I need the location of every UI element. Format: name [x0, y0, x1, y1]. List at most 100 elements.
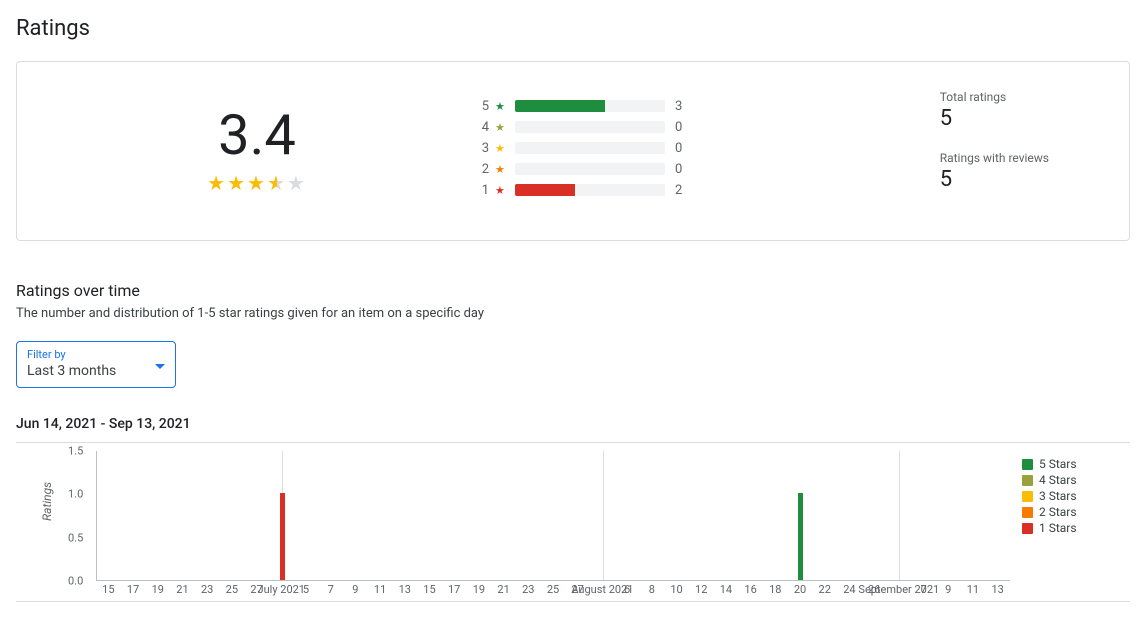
legend-item[interactable]: 3 Stars	[1022, 489, 1130, 503]
dist-bar-track	[515, 142, 665, 154]
legend-label: 5 Stars	[1039, 457, 1077, 471]
chart-x-tick: 18	[769, 583, 781, 596]
legend-label: 4 Stars	[1039, 473, 1077, 487]
chart-x-tick: 25	[547, 583, 559, 596]
star-empty-icon: ★	[287, 171, 307, 195]
chart-x-tick: 22	[819, 583, 831, 596]
chart-x-tick: 12	[695, 583, 707, 596]
distribution-row-4: 4 ★ 0	[477, 120, 737, 135]
dist-bar-track	[515, 184, 665, 196]
chart-month-separator	[603, 451, 604, 580]
distribution-row-3: 3★0	[477, 141, 737, 156]
ratings-with-reviews-label: Ratings with reviews	[940, 151, 1049, 165]
ratings-summary-card: 3.4 ★★★★★ 5★34★03★02★01★2 Total ratings …	[16, 61, 1130, 241]
star-half-icon: ★	[267, 171, 287, 195]
distribution-row-2: 2 ★ 0	[477, 162, 737, 177]
dist-bar-track	[515, 100, 665, 112]
chart-x-tick: 15	[423, 583, 435, 596]
legend-item[interactable]: 1 Stars	[1022, 521, 1130, 535]
chart-x-tick: 6	[624, 583, 630, 596]
average-star-row: ★★★★★	[37, 171, 477, 195]
legend-swatch-icon	[1022, 475, 1033, 486]
chart-x-tick: 10	[670, 583, 682, 596]
dist-count: 0	[675, 141, 682, 156]
totals-block: Total ratings 5 Ratings with reviews 5	[940, 90, 1109, 212]
chart-y-tick: 1.5	[68, 445, 83, 458]
page-title: Ratings	[16, 16, 1130, 41]
dist-count: 0	[675, 120, 682, 135]
star-full-icon: ★	[227, 171, 247, 195]
chart-y-tick: 0.0	[68, 575, 83, 588]
chart-x-tick: 15	[102, 583, 114, 596]
dist-star-number: 5	[477, 99, 489, 114]
chart-plot-area	[96, 451, 1010, 581]
chevron-down-icon	[155, 364, 165, 369]
dist-count: 2	[675, 183, 682, 198]
chart-x-tick: 9	[945, 583, 951, 596]
legend-label: 2 Stars	[1039, 505, 1077, 519]
chart-x-tick: 11	[967, 583, 979, 596]
chart-bar	[280, 493, 285, 580]
star-icon: ★	[495, 142, 509, 155]
star-icon: ★	[495, 184, 509, 197]
legend-swatch-icon	[1022, 523, 1033, 534]
dist-bar-track	[515, 163, 665, 175]
ratings-chart: Ratings 15171921232527July 2021579111315…	[16, 442, 1130, 602]
legend-swatch-icon	[1022, 491, 1033, 502]
chart-x-tick: 25	[226, 583, 238, 596]
legend-item[interactable]: 4 Stars	[1022, 473, 1130, 487]
chart-x-tick: 24	[843, 583, 855, 596]
chart-x-tick: 23	[201, 583, 213, 596]
dist-star-number: 4	[477, 120, 489, 135]
legend-item[interactable]: 5 Stars	[1022, 457, 1130, 471]
filter-value: Last 3 months	[27, 363, 165, 379]
dist-bar-track	[515, 121, 665, 133]
star-icon: ★	[495, 100, 509, 113]
star-icon: ★	[495, 163, 509, 176]
average-rating-block: 3.4 ★★★★★	[37, 107, 477, 195]
chart-y-axis-label: Ratings	[40, 482, 54, 521]
chart-bar	[798, 493, 803, 580]
legend-item[interactable]: 2 Stars	[1022, 505, 1130, 519]
dist-bar-fill	[515, 184, 575, 196]
filter-by-select[interactable]: Filter by Last 3 months	[16, 341, 176, 388]
chart-y-tick: 0.5	[68, 531, 83, 544]
chart-x-tick: 19	[473, 583, 485, 596]
overtime-section-subtitle: The number and distribution of 1-5 star …	[16, 306, 1130, 321]
legend-label: 3 Stars	[1039, 489, 1077, 503]
chart-x-tick: 17	[448, 583, 460, 596]
filter-legend: Filter by	[27, 348, 165, 361]
star-full-icon: ★	[247, 171, 267, 195]
legend-swatch-icon	[1022, 459, 1033, 470]
overtime-section-title: Ratings over time	[16, 281, 1130, 300]
ratings-with-reviews-stat: Ratings with reviews 5	[940, 151, 1049, 192]
chart-y-tick: 1.0	[68, 488, 83, 501]
chart-x-tick: 16	[744, 583, 756, 596]
dist-star-number: 2	[477, 162, 489, 177]
legend-label: 1 Stars	[1039, 521, 1077, 535]
total-ratings-label: Total ratings	[940, 90, 1049, 104]
chart-x-tick: 13	[399, 583, 411, 596]
chart-x-tick: 9	[352, 583, 358, 596]
ratings-with-reviews-value: 5	[940, 167, 1049, 192]
average-rating-value: 3.4	[37, 107, 477, 163]
star-icon: ★	[495, 121, 509, 134]
chart-x-tick: July 2021	[258, 583, 305, 596]
total-ratings-stat: Total ratings 5	[940, 90, 1049, 131]
dist-count: 3	[675, 99, 682, 114]
distribution-row-5: 5 ★ 3	[477, 99, 737, 114]
star-full-icon: ★	[207, 171, 227, 195]
chart-x-tick: 19	[152, 583, 164, 596]
chart-x-tick: 23	[522, 583, 534, 596]
chart-x-tick: 5	[303, 583, 309, 596]
chart-legend: 5 Stars 4 Stars 3 Stars 2 Stars 1 Stars	[1010, 451, 1130, 601]
rating-distribution: 5★34★03★02★01★2	[477, 99, 737, 204]
dist-bar-fill	[515, 100, 605, 112]
total-ratings-value: 5	[940, 106, 1049, 131]
chart-x-tick: 7	[920, 583, 926, 596]
dist-star-number: 1	[477, 183, 489, 198]
chart-x-tick: 13	[991, 583, 1003, 596]
distribution-row-1: 1 ★ 2	[477, 183, 737, 198]
dist-count: 0	[675, 162, 682, 177]
chart-x-tick: 11	[374, 583, 386, 596]
